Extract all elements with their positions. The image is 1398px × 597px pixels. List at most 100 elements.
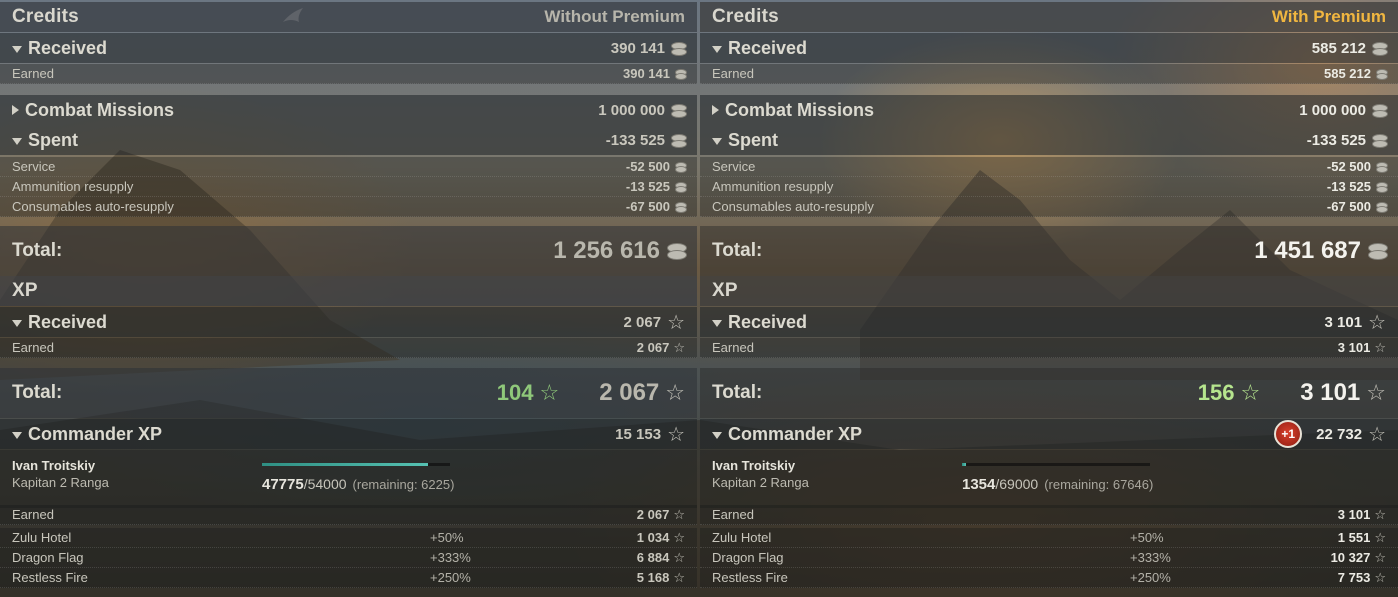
- credits-coin-icon: [675, 68, 687, 80]
- bonus-value: 5 168: [636, 570, 670, 585]
- commander-info: Ivan Troitskiy Kapitan 2 Ranga 1354/6900…: [700, 450, 1398, 508]
- free-xp-star-icon: ☆: [1240, 380, 1261, 405]
- bonus-percent: +250%: [430, 570, 471, 585]
- credits-coin-icon: [1372, 103, 1388, 118]
- bonus-percent: +333%: [1130, 550, 1171, 565]
- row-value: -67 500: [625, 199, 670, 214]
- bonus-row: Dragon Flag +333% 6 884 ☆: [0, 548, 697, 568]
- bonus-value: 1 551: [1337, 530, 1371, 545]
- xp-star-icon: ☆: [673, 529, 685, 545]
- consumables-row: Consumables auto-resupply -67 500: [700, 197, 1398, 217]
- bonus-percent: +333%: [430, 550, 471, 565]
- commander-earned-row: Earned 3 101 ☆: [700, 505, 1398, 525]
- credits-coin-icon: [671, 133, 687, 148]
- row-label: Earned: [12, 507, 54, 522]
- credits-received-group[interactable]: Received 390 141: [0, 33, 697, 63]
- premium-status-label: Without Premium: [544, 7, 685, 26]
- row-value: 585 212: [1324, 66, 1371, 81]
- combat-missions-value: 1 000 000: [598, 101, 665, 119]
- row-label: Service: [12, 159, 56, 174]
- chevron-down-icon[interactable]: [12, 45, 22, 53]
- xp-received-value: 3 101: [1324, 313, 1363, 331]
- commander-xp-value: 15 153: [615, 425, 662, 443]
- service-row: Service -52 500: [700, 157, 1398, 177]
- credits-coin-icon: [675, 201, 687, 213]
- bonus-row: Zulu Hotel +50% 1 034 ☆: [0, 528, 697, 548]
- chevron-right-icon[interactable]: [12, 105, 19, 115]
- chevron-down-icon[interactable]: [712, 431, 722, 439]
- progress-max: /54000: [303, 476, 347, 492]
- bonus-value: 7 753: [1337, 570, 1371, 585]
- bonus-label: Restless Fire: [12, 570, 88, 585]
- credits-header: Credits With Premium: [700, 2, 1398, 32]
- credits-coin-icon: [1368, 243, 1388, 260]
- consumables-row: Consumables auto-resupply -67 500: [0, 197, 697, 217]
- credits-total-value: 1 256 616: [553, 237, 660, 264]
- xp-star-icon: ☆: [673, 339, 685, 355]
- xp-star-icon: ☆: [673, 549, 685, 565]
- bonus-percent: +50%: [430, 530, 464, 545]
- commander-progress-bar: [262, 463, 450, 466]
- bonus-label: Restless Fire: [712, 570, 788, 585]
- credits-header: Credits Without Premium: [0, 2, 697, 32]
- commander-rank: Kapitan 2 Ranga: [712, 475, 809, 490]
- ammunition-row: Ammunition resupply -13 525: [0, 177, 697, 197]
- xp-star-icon: ☆: [1374, 506, 1386, 522]
- row-value: 2 067: [636, 340, 670, 355]
- bonus-row: Dragon Flag +333% 10 327 ☆: [700, 548, 1398, 568]
- xp-header: XP: [0, 276, 697, 306]
- credits-spent-value: -133 525: [1306, 131, 1366, 149]
- credits-spent-group[interactable]: Spent -133 525: [700, 125, 1398, 155]
- credits-received-group[interactable]: Received 585 212: [700, 33, 1398, 63]
- chevron-down-icon[interactable]: [12, 319, 22, 327]
- chevron-down-icon[interactable]: [712, 137, 722, 145]
- chevron-down-icon[interactable]: [712, 319, 722, 327]
- credits-total-row: Total: 1 256 616: [0, 226, 697, 276]
- xp-star-icon: ☆: [1368, 423, 1386, 446]
- row-label: Earned: [712, 340, 754, 355]
- commander-progress-fill: [262, 463, 429, 466]
- credits-coin-icon: [675, 161, 687, 173]
- chevron-down-icon[interactable]: [12, 431, 22, 439]
- chevron-right-icon[interactable]: [712, 105, 719, 115]
- xp-star-icon: ☆: [1366, 380, 1386, 405]
- credits-total-value: 1 451 687: [1254, 237, 1361, 264]
- row-value: 390 141: [623, 66, 670, 81]
- commander-xp-group[interactable]: Commander XP 15 153 ☆: [0, 419, 697, 449]
- chevron-down-icon[interactable]: [712, 45, 722, 53]
- skill-point-badge[interactable]: +1: [1274, 420, 1303, 448]
- row-label: Ammunition resupply: [12, 179, 134, 194]
- xp-received-group[interactable]: Received 2 067 ☆: [0, 307, 697, 337]
- credits-coin-icon: [675, 181, 687, 193]
- xp-star-icon: ☆: [665, 380, 685, 405]
- group-label: Spent: [728, 129, 779, 150]
- credits-spent-group[interactable]: Spent -133 525: [0, 125, 697, 155]
- commander-earned-row: Earned 2 067 ☆: [0, 505, 697, 525]
- xp-total-value: 2 067: [599, 379, 660, 406]
- row-value: -13 525: [625, 179, 670, 194]
- progress-remaining: (remaining: 67646): [1044, 477, 1154, 492]
- group-label: Received: [28, 37, 108, 58]
- chevron-down-icon[interactable]: [12, 137, 22, 145]
- xp-received-group[interactable]: Received 3 101 ☆: [700, 307, 1398, 337]
- progress-current: 47775: [262, 476, 304, 493]
- combat-missions-group[interactable]: Combat Missions 1 000 000: [0, 95, 697, 125]
- xp-title: XP: [12, 280, 38, 301]
- row-label: Consumables auto-resupply: [12, 199, 174, 214]
- xp-received-value: 2 067: [623, 313, 662, 331]
- combat-missions-group[interactable]: Combat Missions 1 000 000: [700, 95, 1398, 125]
- commander-info: Ivan Troitskiy Kapitan 2 Ranga 47775/540…: [0, 450, 697, 508]
- xp-earned-row: Earned 3 101 ☆: [700, 338, 1398, 358]
- bonus-row: Restless Fire +250% 7 753 ☆: [700, 568, 1398, 588]
- total-label: Total:: [12, 382, 63, 403]
- with-premium-panel: Credits With Premium Received 585 212 Ea…: [700, 0, 1398, 597]
- xp-title: XP: [712, 280, 738, 301]
- xp-star-icon: ☆: [673, 569, 685, 585]
- row-label: Consumables auto-resupply: [712, 199, 874, 214]
- commander-xp-group[interactable]: Commander XP +1 22 732 ☆: [700, 419, 1398, 449]
- ammunition-row: Ammunition resupply -13 525: [700, 177, 1398, 197]
- row-label: Earned: [712, 66, 754, 81]
- credits-total-row: Total: 1 451 687: [700, 226, 1398, 276]
- row-value: -13 525: [1326, 179, 1371, 194]
- total-label: Total:: [712, 240, 763, 261]
